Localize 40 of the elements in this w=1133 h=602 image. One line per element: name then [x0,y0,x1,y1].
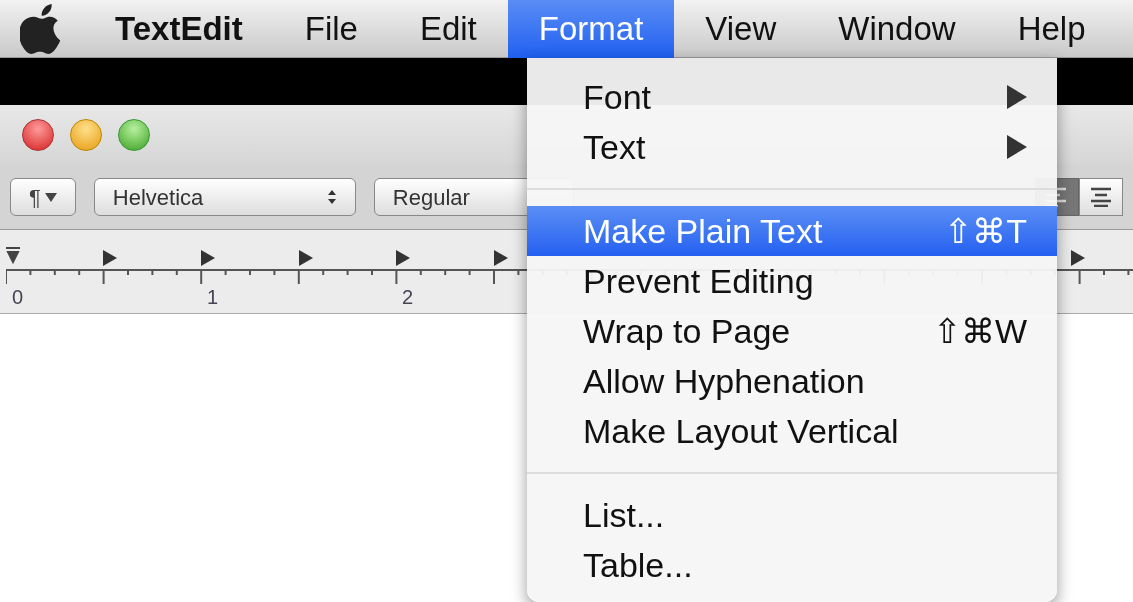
align-center-button[interactable] [1079,178,1123,216]
align-center-icon [1088,187,1114,207]
menu-item-label: Make Plain Text [583,210,823,252]
menu-item-label: Make Layout Vertical [583,410,899,452]
triangle-icon [1007,135,1027,159]
menu-bar-item[interactable]: Help [986,0,1117,58]
menu-item[interactable]: List... [527,490,1057,540]
menu-item-label: Allow Hyphenation [583,360,865,402]
zoom-button[interactable] [118,119,150,151]
menu-bar-item[interactable]: Format [507,0,675,58]
menu-item[interactable]: Allow Hyphenation [527,356,1057,406]
menu-bar-item[interactable]: View [674,0,808,58]
menu-item[interactable]: Text [527,122,1057,172]
keyboard-shortcut: ⇧⌘W [932,310,1027,352]
menu-item-label: List... [583,494,665,536]
menu-item-label: Text [583,126,646,168]
menu-item[interactable]: Make Layout Vertical [527,406,1057,456]
menu-item[interactable]: Prevent Editing [527,256,1057,306]
ruler-label: 0 [12,285,25,310]
menu-bar-item[interactable]: Window [807,0,987,58]
keyboard-shortcut: ⇧⌘T [944,210,1027,252]
menu-item-label: Table... [583,544,693,586]
menu-item-label: Wrap to Page [583,310,791,352]
triangle-icon [1007,85,1027,109]
menu-bar-item[interactable]: File [273,0,389,58]
menu-item[interactable]: Font [527,72,1057,122]
paragraph-button[interactable]: ¶ [10,178,76,216]
font-family-popup[interactable]: Helvetica [93,178,356,216]
ruler-label: 1 [207,285,220,310]
menu-item[interactable]: Wrap to Page ⇧⌘W [527,306,1057,356]
menu-item-label: Font [583,76,652,118]
up-down-arrows-icon [326,188,337,206]
caret-icon [44,192,57,202]
menu-item[interactable]: Make Plain Text ⇧⌘T [527,206,1057,256]
menu-item[interactable]: Table... [527,540,1057,590]
menu-item-label: Prevent Editing [583,260,814,302]
app-menu-title[interactable]: TextEdit [84,0,274,58]
ruler-label: 2 [402,285,415,310]
close-button[interactable] [22,119,54,151]
menu-bar-item[interactable]: Edit [388,0,508,58]
